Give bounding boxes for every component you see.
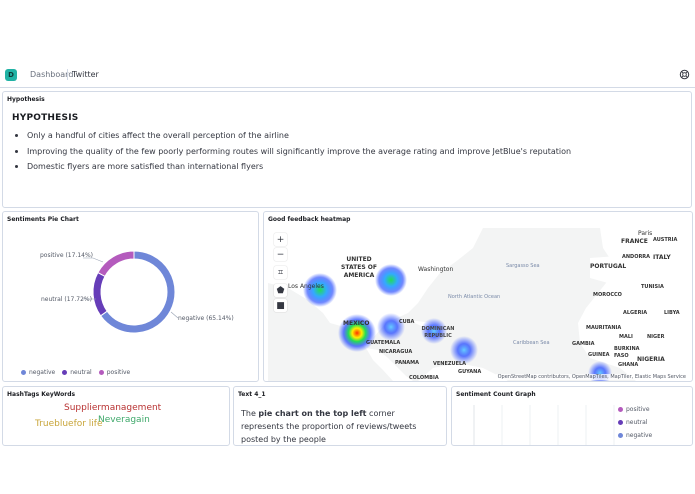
hashtags-panel: HashTags KeyWords Suppliermanagement Nev… xyxy=(2,386,230,446)
map-label: PORTUGAL xyxy=(590,263,627,270)
panel-title: Text 4_1 xyxy=(238,391,266,398)
sentiment-count-panel: Sentiment Count Graph positive neutral n… xyxy=(451,386,693,446)
count-chart-grid xyxy=(473,405,615,445)
legend-label: neutral xyxy=(70,369,92,376)
good-feedback-heatmap-panel: Good feedback heatmap UNITED STATES OF A… xyxy=(263,211,693,382)
text-bold: pie chart on the top left xyxy=(258,409,367,418)
map-label: Paris xyxy=(638,230,653,237)
legend-dot xyxy=(62,370,68,375)
pie-label-positive: positive (17.14%) xyxy=(40,252,94,259)
legend-label: negative xyxy=(626,432,653,439)
breadcrumb-separator xyxy=(67,69,68,80)
legend-label: neutral xyxy=(626,419,648,426)
count-legend: positive neutral negative xyxy=(618,403,652,442)
panel-title: HashTags KeyWords xyxy=(7,391,76,398)
help-icon[interactable] xyxy=(679,69,690,80)
panel-title: Sentiment Count Graph xyxy=(456,391,536,398)
square-icon[interactable]: ■ xyxy=(274,299,287,312)
legend-item-negative[interactable]: negative xyxy=(21,369,55,376)
map-label: North Atlantic Ocean xyxy=(448,294,501,300)
word-cloud-word[interactable]: Suppliermanagement xyxy=(64,403,161,413)
legend-item-positive[interactable]: positive xyxy=(98,369,131,376)
legend-dot xyxy=(618,433,623,438)
heat-point-cuba xyxy=(377,313,405,341)
legend-label: positive xyxy=(106,369,131,376)
map-label: TUNISIA xyxy=(641,284,664,290)
list-item: Improving the quality of the few poorly … xyxy=(13,147,571,163)
word-cloud-word[interactable]: Truebluefor life xyxy=(35,419,103,429)
zoom-out-icon[interactable]: − xyxy=(274,248,287,261)
pie-legend: negative neutral positive xyxy=(21,369,130,376)
heat-point-venezuela xyxy=(450,336,478,364)
map-label: ANDORRA xyxy=(622,254,651,260)
legend-dot xyxy=(21,370,26,375)
legend-label: positive xyxy=(626,406,650,413)
map-label: ALGERIA xyxy=(623,310,648,316)
map-label: Caribbean Sea xyxy=(513,340,550,346)
crop-icon[interactable]: ⌗ xyxy=(274,266,287,279)
map-label: ITALY xyxy=(653,254,671,261)
pie-slice-positive[interactable] xyxy=(97,250,135,278)
pie-slice-neutral[interactable] xyxy=(92,271,108,317)
app-logo[interactable]: D xyxy=(5,69,17,81)
map-label: AUSTRIA xyxy=(653,237,678,243)
hypothesis-heading: HYPOTHESIS xyxy=(12,113,79,123)
top-nav-bar: D Dashboard Twitter xyxy=(0,62,695,88)
map-label: GUATEMALA xyxy=(366,340,401,346)
map-label: MEXICO xyxy=(343,320,370,327)
map-attribution[interactable]: OpenStreetMap contributors, OpenMapTiles… xyxy=(495,374,688,380)
leader-line-negative xyxy=(170,311,179,319)
map-label: MOROCCO xyxy=(593,292,622,298)
map-label: GUINEA xyxy=(588,352,610,358)
map-label: GAMBIA xyxy=(572,341,595,347)
map-label: CUBA xyxy=(399,319,415,325)
text-body: The pie chart on the top left corner rep… xyxy=(241,407,436,445)
sentiments-pie-panel: Sentiments Pie Chart positive (17.14%) n… xyxy=(2,211,259,382)
map-label: PANAMA xyxy=(395,360,419,366)
map-label: LIBYA xyxy=(664,310,680,316)
breadcrumb-twitter: Twitter xyxy=(72,70,99,79)
hypothesis-list: Only a handful of cities affect the over… xyxy=(13,131,571,178)
pie-label-negative: negative (65.14%) xyxy=(178,315,234,322)
map-label: GUYANA xyxy=(458,369,482,375)
map-label: VENEZUELA xyxy=(433,361,467,367)
hypothesis-panel: Hypothesis HYPOTHESIS Only a handful of … xyxy=(2,91,692,208)
panel-title: Hypothesis xyxy=(7,96,45,103)
list-item: Only a handful of cities affect the over… xyxy=(13,131,571,147)
map-label: Washington xyxy=(418,266,454,273)
map-label: NICARAGUA xyxy=(379,349,413,355)
legend-dot xyxy=(618,420,623,425)
legend-dot xyxy=(618,407,623,412)
legend-label: negative xyxy=(29,369,56,376)
text-panel: Text 4_1 The pie chart on the top left c… xyxy=(233,386,447,446)
map-label: COLOMBIA xyxy=(409,375,439,381)
map-label: MAURITANIA xyxy=(586,325,622,331)
heat-point-los-angeles xyxy=(303,273,337,307)
panel-title: Good feedback heatmap xyxy=(268,216,351,223)
zoom-in-icon[interactable]: + xyxy=(274,233,287,246)
map-label: DOMINICAN REPUBLIC xyxy=(421,326,455,339)
legend-item-positive[interactable]: positive xyxy=(618,403,652,416)
map-label: Los Angeles xyxy=(288,283,324,290)
map-label: GHANA xyxy=(618,362,639,368)
legend-item-neutral[interactable]: neutral xyxy=(62,369,92,376)
legend-item-neutral[interactable]: neutral xyxy=(618,416,652,429)
heatmap-map[interactable]: UNITED STATES OF AMERICA Washington Los … xyxy=(268,228,690,381)
map-label: FRANCE xyxy=(621,238,648,245)
legend-dot xyxy=(98,370,104,375)
map-label: NIGERIA xyxy=(637,356,665,363)
polygon-icon[interactable]: ⬟ xyxy=(274,284,287,297)
legend-item-negative[interactable]: negative xyxy=(618,429,652,442)
map-label: UNITED STATES OF AMERICA xyxy=(341,256,377,279)
map-label: MALI xyxy=(619,334,633,340)
word-cloud-word[interactable]: Neveragain xyxy=(98,415,150,425)
map-label: Sargasso Sea xyxy=(506,263,540,269)
list-item: Domestic flyers are more satisfied than … xyxy=(13,162,571,178)
map-label: NIGER xyxy=(647,334,665,340)
pie-label-neutral: neutral (17.72%) xyxy=(41,296,92,303)
text-pre: The xyxy=(241,409,259,418)
